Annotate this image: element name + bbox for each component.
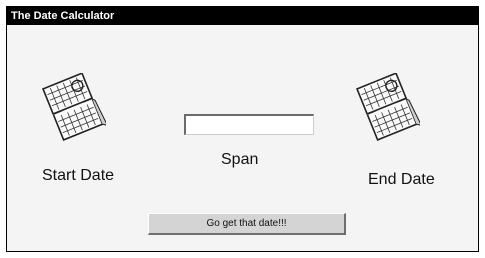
end-date-label: End Date (368, 171, 435, 188)
window-title: The Date Calculator (7, 7, 478, 25)
end-date-calendar-icon[interactable] (354, 72, 423, 141)
start-date-label: Start Date (42, 167, 115, 184)
go-get-date-button[interactable]: Go get that date!!! (148, 213, 346, 235)
span-label: Span (221, 151, 259, 168)
date-calculator-window: The Date Calculator Start Date Span End … (6, 6, 479, 252)
span-input[interactable] (184, 114, 314, 135)
start-date-calendar-icon[interactable] (40, 72, 109, 141)
